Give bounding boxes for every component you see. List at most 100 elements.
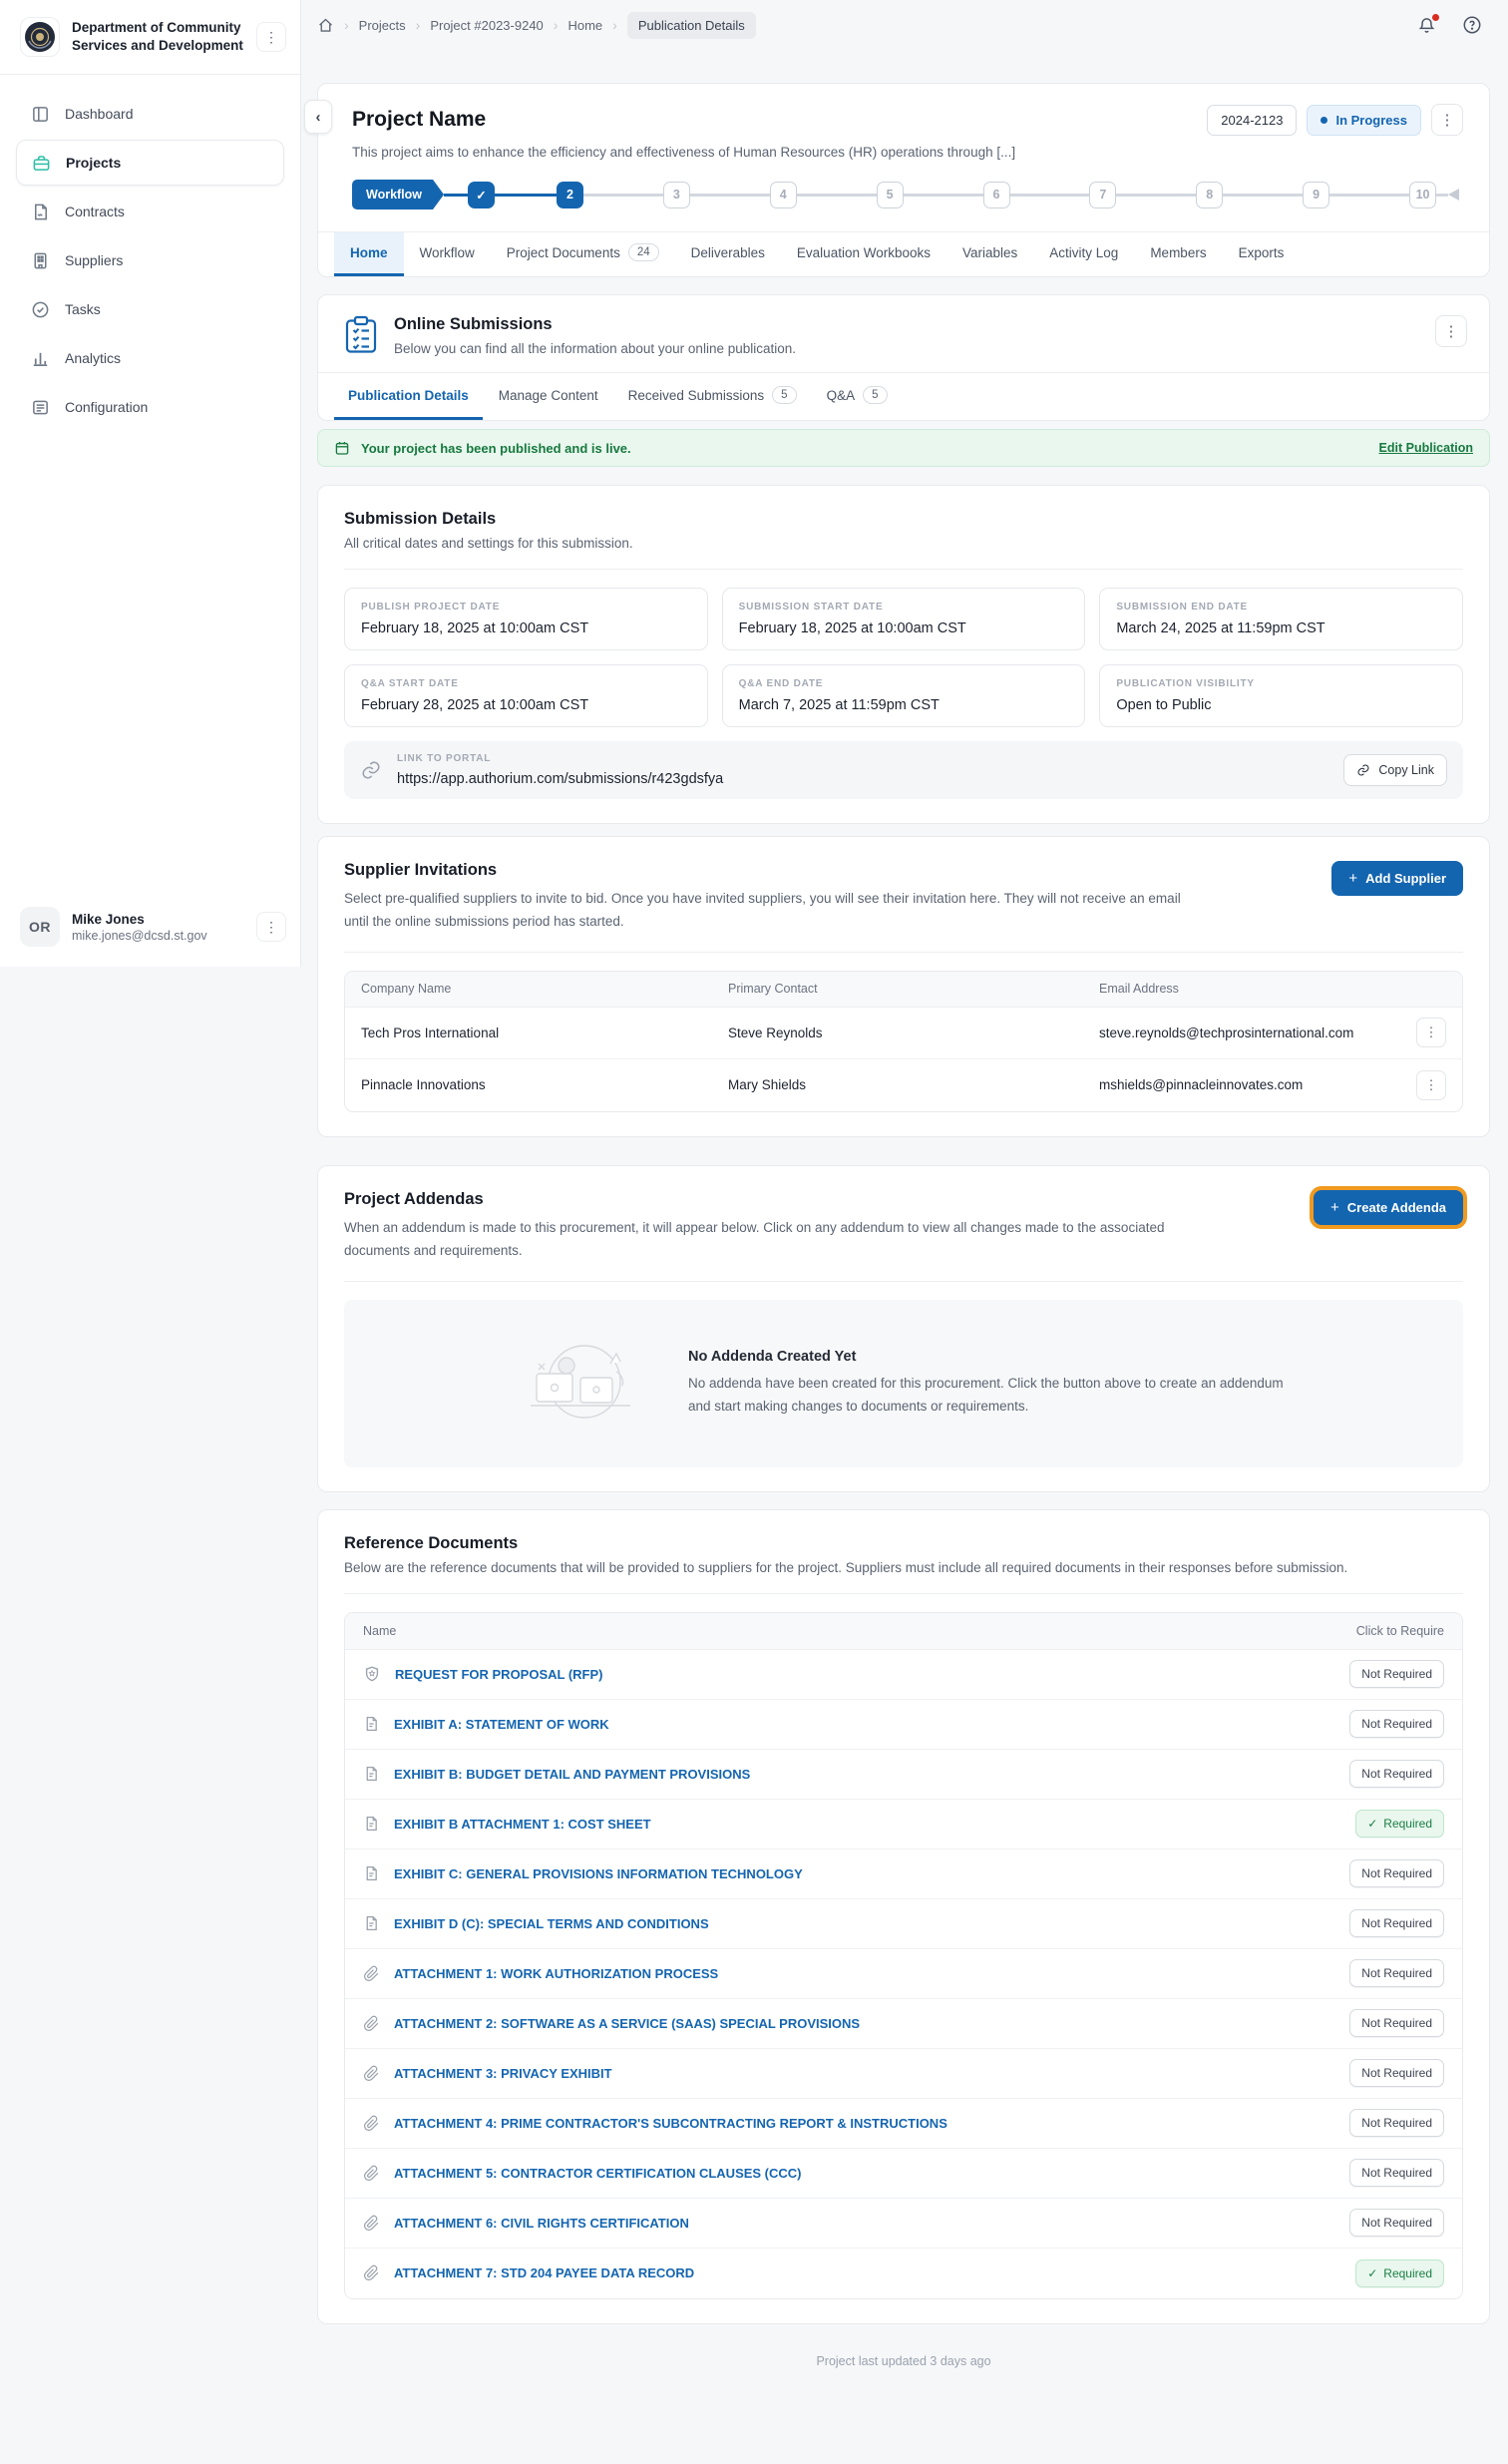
settings-icon (31, 398, 50, 417)
suppliers-table: Company Name Primary Contact Email Addre… (344, 971, 1463, 1112)
require-toggle[interactable]: Not Required (1349, 1909, 1444, 1937)
supplier-row-menu-button[interactable]: ⋮ (1416, 1018, 1446, 1047)
sidebar-item-label: Dashboard (65, 106, 134, 122)
sidebar-item-suppliers[interactable]: Suppliers (16, 237, 284, 283)
require-toggle[interactable]: Not Required (1349, 1660, 1444, 1688)
document-link[interactable]: ATTACHMENT 3: PRIVACY EXHIBIT (394, 2066, 612, 2081)
document-link[interactable]: ATTACHMENT 5: CONTRACTOR CERTIFICATION C… (394, 2166, 802, 2181)
step-3[interactable]: 3 (663, 182, 690, 208)
sidebar-item-analytics[interactable]: Analytics (16, 335, 284, 381)
tab-workflow[interactable]: Workflow (404, 232, 491, 276)
document-link[interactable]: ATTACHMENT 1: WORK AUTHORIZATION PROCESS (394, 1966, 718, 1981)
add-supplier-button[interactable]: +Add Supplier (1331, 861, 1463, 896)
require-toggle[interactable]: Not Required (1349, 2059, 1444, 2087)
user-profile: OR Mike Jones mike.jones@dcsd.st.gov ⋮ (0, 891, 300, 967)
tab-exports[interactable]: Exports (1223, 232, 1301, 276)
tab-qa[interactable]: Q&A5 (813, 373, 902, 420)
tab-variables[interactable]: Variables (946, 232, 1033, 276)
user-menu-button[interactable]: ⋮ (256, 912, 286, 942)
supplier-invitations-description: Select pre-qualified suppliers to invite… (344, 888, 1182, 934)
page-title: Project Name (352, 108, 486, 132)
field-submission-end-date: SUBMISSION END DATEMarch 24, 2025 at 11:… (1099, 588, 1463, 650)
require-toggle[interactable]: Not Required (1349, 1760, 1444, 1788)
reference-documents-title: Reference Documents (344, 1534, 1463, 1553)
tab-manage-content[interactable]: Manage Content (485, 373, 612, 420)
document-link[interactable]: ATTACHMENT 7: STD 204 PAYEE DATA RECORD (394, 2265, 694, 2280)
sidebar-item-projects[interactable]: Projects (16, 140, 284, 186)
company-name: Tech Pros International (361, 1026, 728, 1040)
document-link[interactable]: EXHIBIT A: STATEMENT OF WORK (394, 1717, 609, 1732)
sidebar-item-dashboard[interactable]: Dashboard (16, 91, 284, 137)
require-toggle[interactable]: Not Required (1349, 1959, 1444, 1987)
email-address: steve.reynolds@techprosinternational.com (1099, 1026, 1404, 1040)
sidebar-nav: Dashboard Projects Contracts Suppliers T… (0, 75, 300, 891)
org-menu-button[interactable]: ⋮ (256, 22, 286, 52)
require-toggle[interactable]: Not Required (1349, 2009, 1444, 2037)
require-toggle[interactable]: ✓Required (1355, 2259, 1444, 2287)
document-row: EXHIBIT D (C): SPECIAL TERMS AND CONDITI… (345, 1899, 1462, 1949)
document-link[interactable]: REQUEST FOR PROPOSAL (RFP) (395, 1667, 603, 1682)
tab-evaluation-workbooks[interactable]: Evaluation Workbooks (781, 232, 946, 276)
step-1-completed[interactable]: ✓ (468, 182, 495, 208)
count-badge: 24 (628, 243, 659, 261)
require-toggle[interactable]: Not Required (1349, 2109, 1444, 2137)
project-code-badge: 2024-2123 (1207, 105, 1297, 136)
online-submissions-menu-button[interactable]: ⋮ (1435, 315, 1467, 347)
tab-deliverables[interactable]: Deliverables (675, 232, 781, 276)
copy-link-button[interactable]: Copy Link (1343, 754, 1447, 786)
tab-activity-log[interactable]: Activity Log (1033, 232, 1134, 276)
sidebar-item-label: Tasks (65, 301, 101, 317)
online-submissions-title: Online Submissions (394, 315, 1419, 334)
require-toggle[interactable]: Not Required (1349, 1859, 1444, 1887)
step-5[interactable]: 5 (877, 182, 904, 208)
document-link[interactable]: EXHIBIT C: GENERAL PROVISIONS INFORMATIO… (394, 1866, 803, 1881)
step-6[interactable]: 6 (983, 182, 1010, 208)
check-icon: ✓ (1367, 1817, 1377, 1831)
empty-state-description: No addenda have been created for this pr… (688, 1373, 1287, 1419)
step-9[interactable]: 9 (1303, 182, 1329, 208)
last-updated-text: Project last updated 3 days ago (317, 2354, 1490, 2368)
document-row: REQUEST FOR PROPOSAL (RFP) Not Required (345, 1650, 1462, 1700)
require-toggle[interactable]: Not Required (1349, 2159, 1444, 2187)
step-7[interactable]: 7 (1089, 182, 1116, 208)
tab-publication-details[interactable]: Publication Details (334, 373, 483, 420)
table-row: Tech Pros International Steve Reynolds s… (345, 1008, 1462, 1059)
paperclip-icon (363, 2065, 380, 2082)
document-link[interactable]: ATTACHMENT 4: PRIME CONTRACTOR'S SUBCONT… (394, 2116, 947, 2131)
document-link[interactable]: ATTACHMENT 6: CIVIL RIGHTS CERTIFICATION (394, 2216, 689, 2231)
collapse-sidebar-button[interactable]: ‹ (304, 100, 332, 134)
document-link[interactable]: ATTACHMENT 2: SOFTWARE AS A SERVICE (SAA… (394, 2016, 860, 2031)
sidebar-item-label: Configuration (65, 399, 148, 415)
tab-project-documents[interactable]: Project Documents24 (491, 232, 675, 276)
require-toggle[interactable]: Not Required (1349, 1710, 1444, 1738)
primary-contact: Steve Reynolds (728, 1026, 1099, 1040)
step-10[interactable]: 10 (1409, 182, 1436, 208)
count-badge: 5 (772, 386, 796, 404)
sidebar-item-contracts[interactable]: Contracts (16, 189, 284, 234)
project-menu-button[interactable]: ⋮ (1431, 104, 1463, 136)
create-addenda-button[interactable]: +Create Addenda (1314, 1190, 1463, 1225)
step-8[interactable]: 8 (1196, 182, 1223, 208)
submission-fields: PUBLISH PROJECT DATEFebruary 18, 2025 at… (344, 588, 1463, 727)
sidebar-item-label: Suppliers (65, 252, 123, 268)
document-link[interactable]: EXHIBIT B ATTACHMENT 1: COST SHEET (394, 1817, 651, 1832)
require-toggle[interactable]: Not Required (1349, 2209, 1444, 2237)
step-4[interactable]: 4 (770, 182, 797, 208)
require-toggle[interactable]: ✓Required (1355, 1810, 1444, 1838)
sidebar-item-tasks[interactable]: Tasks (16, 286, 284, 332)
sidebar-item-configuration[interactable]: Configuration (16, 384, 284, 430)
step-2-active[interactable]: 2 (557, 182, 583, 208)
plus-icon: + (1330, 1200, 1339, 1215)
tab-received-submissions[interactable]: Received Submissions5 (614, 373, 811, 420)
document-link[interactable]: EXHIBIT D (C): SPECIAL TERMS AND CONDITI… (394, 1916, 709, 1931)
edit-publication-link[interactable]: Edit Publication (1379, 441, 1473, 455)
tab-members[interactable]: Members (1134, 232, 1222, 276)
plus-icon: + (1348, 871, 1357, 886)
reference-documents-description: Below are the reference documents that w… (344, 1560, 1463, 1575)
paperclip-icon (363, 2215, 380, 2232)
document-link[interactable]: EXHIBIT B: BUDGET DETAIL AND PAYMENT PRO… (394, 1767, 750, 1782)
tab-home[interactable]: Home (334, 232, 404, 276)
supplier-row-menu-button[interactable]: ⋮ (1416, 1070, 1446, 1100)
sidebar-item-label: Analytics (65, 350, 121, 366)
check-icon: ✓ (1367, 2266, 1377, 2280)
